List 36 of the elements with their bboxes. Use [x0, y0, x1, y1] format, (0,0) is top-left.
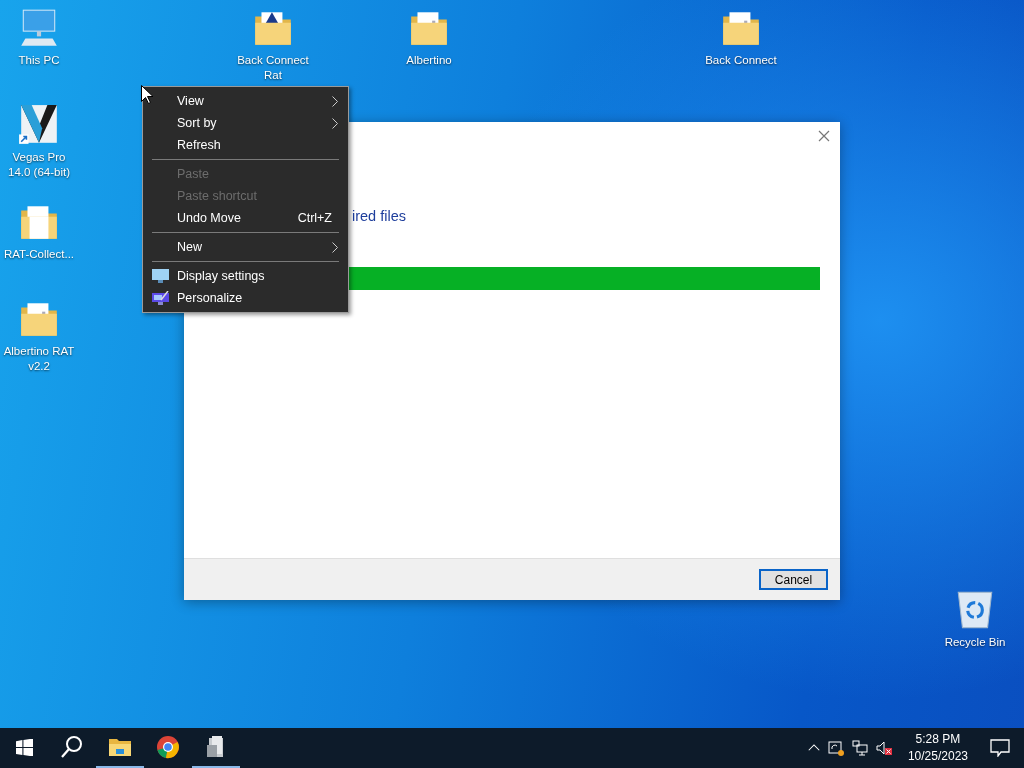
menu-label: View [177, 94, 204, 108]
menu-item[interactable]: Sort by [143, 112, 348, 134]
network-icon[interactable] [851, 740, 868, 756]
mouse-pointer-icon [141, 85, 153, 104]
icon-label[interactable]: Albertino [390, 53, 468, 68]
menu-label: Display settings [177, 269, 265, 283]
menu-label: Sort by [177, 116, 217, 130]
menu-item[interactable]: Personalize [143, 287, 348, 309]
clock[interactable]: 5:28 PM 10/25/2023 [899, 731, 976, 765]
menu-label: Paste [177, 167, 209, 181]
menu-item[interactable]: Display settings [143, 265, 348, 287]
menu-label: New [177, 240, 202, 254]
menu-label: Paste shortcut [177, 189, 257, 203]
menu-item[interactable]: Undo Move Ctrl+Z [143, 207, 348, 229]
menu-label: Refresh [177, 138, 221, 152]
monitor-icon [152, 269, 169, 283]
time-label: 5:28 PM [915, 731, 961, 748]
windows-start-icon[interactable] [15, 738, 33, 756]
dialog-heading: ired files [352, 208, 407, 224]
icon-label[interactable]: Back Connect Rat [234, 53, 312, 83]
personalize-icon [152, 291, 169, 305]
menu-item[interactable]: New [143, 236, 348, 258]
search-icon[interactable] [60, 735, 84, 759]
sync-icon[interactable] [827, 740, 844, 756]
menu-item[interactable]: Refresh [143, 134, 348, 156]
icon-label[interactable]: Recycle Bin [936, 635, 1014, 650]
date-label: 10/25/2023 [907, 748, 968, 765]
muted-speaker-icon[interactable] [875, 740, 892, 756]
menu-label: Undo Move [177, 211, 241, 225]
notification-icon[interactable] [990, 739, 1010, 757]
icon-label[interactable]: Back Connect [702, 53, 780, 68]
chrome-icon[interactable] [156, 735, 180, 759]
menu-label: Personalize [177, 291, 243, 305]
shortcut-label: Ctrl+Z [297, 211, 332, 225]
cancel-button[interactable]: Cancel [759, 569, 828, 590]
close-icon[interactable] [818, 130, 830, 142]
